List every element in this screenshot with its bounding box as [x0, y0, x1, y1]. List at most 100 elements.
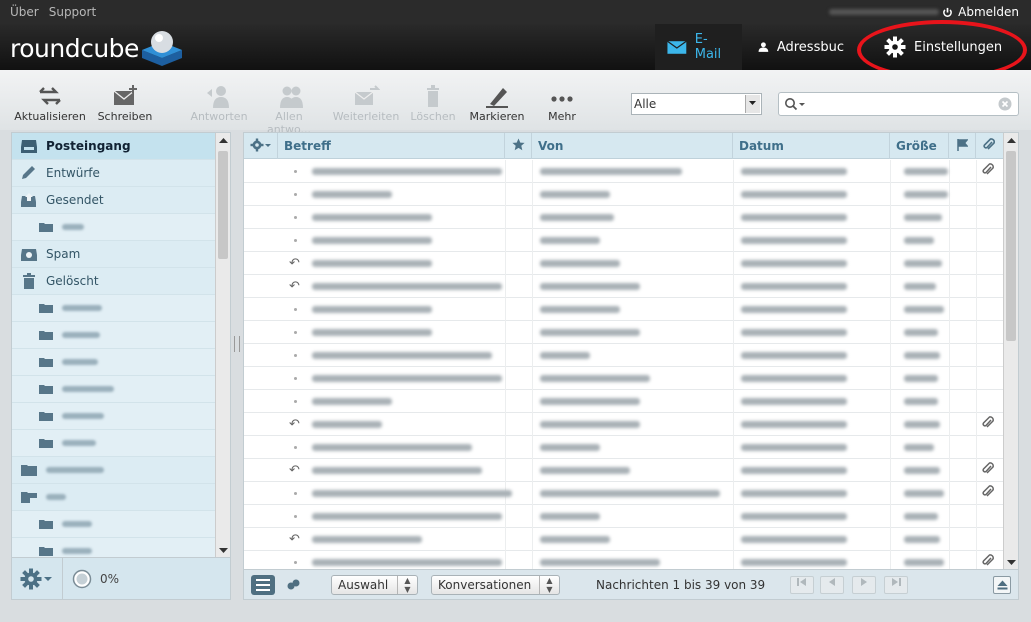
prev-page-button[interactable] — [820, 576, 844, 594]
table-row[interactable] — [244, 321, 1004, 344]
column-size[interactable]: Größe — [890, 133, 949, 159]
first-page-button[interactable] — [790, 576, 814, 594]
table-row[interactable] — [244, 367, 1004, 390]
filter-select[interactable]: Alle — [631, 93, 762, 115]
folder-trash-sub[interactable] — [12, 322, 215, 349]
table-row[interactable] — [244, 482, 1004, 505]
folder-trash-sub[interactable] — [12, 403, 215, 430]
column-separator — [890, 459, 891, 482]
replied-icon: ↶ — [289, 256, 300, 271]
folder-custom-sub[interactable] — [12, 511, 215, 538]
threads-dropdown[interactable]: Konversationen ▲ ▼ — [431, 575, 560, 595]
column-size-label: Größe — [896, 139, 937, 153]
pane-splitter[interactable] — [234, 336, 240, 352]
scroll-down-icon[interactable] — [219, 547, 228, 554]
blurred-cell — [904, 490, 944, 497]
folder-inbox[interactable]: Posteingang — [12, 133, 215, 160]
folder-sent-sub[interactable] — [12, 214, 215, 241]
column-flag[interactable] — [949, 133, 976, 159]
column-flagged[interactable] — [505, 133, 532, 159]
next-page-button[interactable] — [852, 576, 876, 594]
last-page-button[interactable] — [884, 576, 908, 594]
reply-all-button[interactable]: Allen antwo... — [252, 84, 326, 136]
next-page-icon — [861, 578, 867, 586]
column-attachment[interactable] — [976, 133, 1004, 159]
status-dot-icon — [294, 400, 297, 403]
folder-label: Posteingang — [46, 139, 131, 153]
folder-custom[interactable] — [12, 457, 215, 484]
clear-search-icon[interactable] — [998, 97, 1012, 111]
column-from[interactable]: Von — [532, 133, 733, 159]
table-row[interactable]: ↶ — [244, 459, 1004, 482]
column-separator — [532, 298, 533, 321]
refresh-button[interactable]: Aktualisieren — [12, 84, 88, 123]
column-separator — [733, 551, 734, 570]
folder-trash[interactable]: Gelöscht — [12, 268, 215, 295]
column-date[interactable]: Datum — [733, 133, 890, 159]
table-row[interactable] — [244, 160, 1004, 183]
blurred-cell — [741, 398, 847, 405]
blurred-cell — [904, 444, 934, 451]
table-row[interactable]: ↶ — [244, 275, 1004, 298]
column-separator — [890, 367, 891, 390]
column-subject[interactable]: Betreff — [278, 133, 505, 159]
column-separator — [949, 183, 950, 206]
blurred-cell — [904, 214, 942, 221]
folder-scroll-thumb[interactable] — [218, 151, 228, 259]
message-scroll-thumb[interactable] — [1006, 151, 1016, 341]
reply-label: Antworten — [190, 110, 248, 123]
message-scrollbar[interactable] — [1003, 133, 1018, 570]
preview-toggle-button[interactable] — [993, 576, 1011, 594]
folder-trash-sub[interactable] — [12, 295, 215, 322]
folder-custom[interactable] — [12, 484, 215, 511]
filter-dropdown-arrow[interactable] — [745, 95, 760, 113]
delete-button[interactable]: Löschen — [406, 84, 460, 123]
folder-scrollbar[interactable] — [215, 133, 230, 558]
table-row[interactable]: ↶ — [244, 413, 1004, 436]
table-row[interactable] — [244, 390, 1004, 413]
folder-drafts[interactable]: Entwürfe — [12, 160, 215, 187]
more-button[interactable]: Mehr — [540, 84, 584, 123]
mark-button[interactable]: Markieren — [468, 84, 526, 123]
table-row[interactable] — [244, 551, 1004, 570]
list-view-button[interactable] — [251, 575, 275, 595]
folder-trash-sub[interactable] — [12, 430, 215, 457]
select-dropdown[interactable]: Auswahl ▲ ▼ — [331, 575, 418, 595]
column-separator — [976, 436, 977, 459]
column-separator — [532, 344, 533, 367]
folder-spam[interactable]: Spam — [12, 241, 215, 268]
table-row[interactable] — [244, 183, 1004, 206]
reply-button[interactable]: Antworten — [190, 84, 248, 123]
list-options-button[interactable] — [244, 133, 278, 159]
support-link[interactable]: Support — [49, 5, 96, 19]
table-row[interactable] — [244, 344, 1004, 367]
column-separator — [949, 482, 950, 505]
folder-custom-sub[interactable] — [12, 538, 215, 558]
table-row[interactable]: ↶ — [244, 252, 1004, 275]
folder-settings-button[interactable] — [20, 568, 52, 590]
folder-trash-sub[interactable] — [12, 349, 215, 376]
forward-button[interactable]: Weiterleiten — [332, 84, 400, 123]
compose-button[interactable]: Schreiben — [96, 84, 154, 123]
table-row[interactable] — [244, 229, 1004, 252]
folder-trash-sub[interactable] — [12, 376, 215, 403]
search-input[interactable] — [778, 92, 1019, 116]
table-row[interactable] — [244, 298, 1004, 321]
threads-view-button[interactable] — [282, 575, 306, 595]
scroll-up-icon[interactable] — [1007, 137, 1016, 144]
nav-email[interactable]: E-Mail — [655, 24, 742, 70]
table-row[interactable]: ↶ — [244, 528, 1004, 551]
quota-pie-icon — [72, 569, 92, 589]
logout-button[interactable]: Abmelden — [942, 5, 1019, 19]
threads-dropdown-spinner: ▲ ▼ — [539, 576, 559, 594]
about-link[interactable]: Über — [10, 5, 39, 19]
column-separator — [890, 505, 891, 528]
table-row[interactable] — [244, 505, 1004, 528]
nav-addressbook[interactable]: Adressbuc — [742, 24, 856, 70]
table-row[interactable] — [244, 206, 1004, 229]
scroll-up-icon[interactable] — [219, 137, 228, 144]
column-separator — [949, 505, 950, 528]
table-row[interactable] — [244, 436, 1004, 459]
folder-sent[interactable]: Gesendet — [12, 187, 215, 214]
scroll-down-icon[interactable] — [1007, 559, 1016, 566]
